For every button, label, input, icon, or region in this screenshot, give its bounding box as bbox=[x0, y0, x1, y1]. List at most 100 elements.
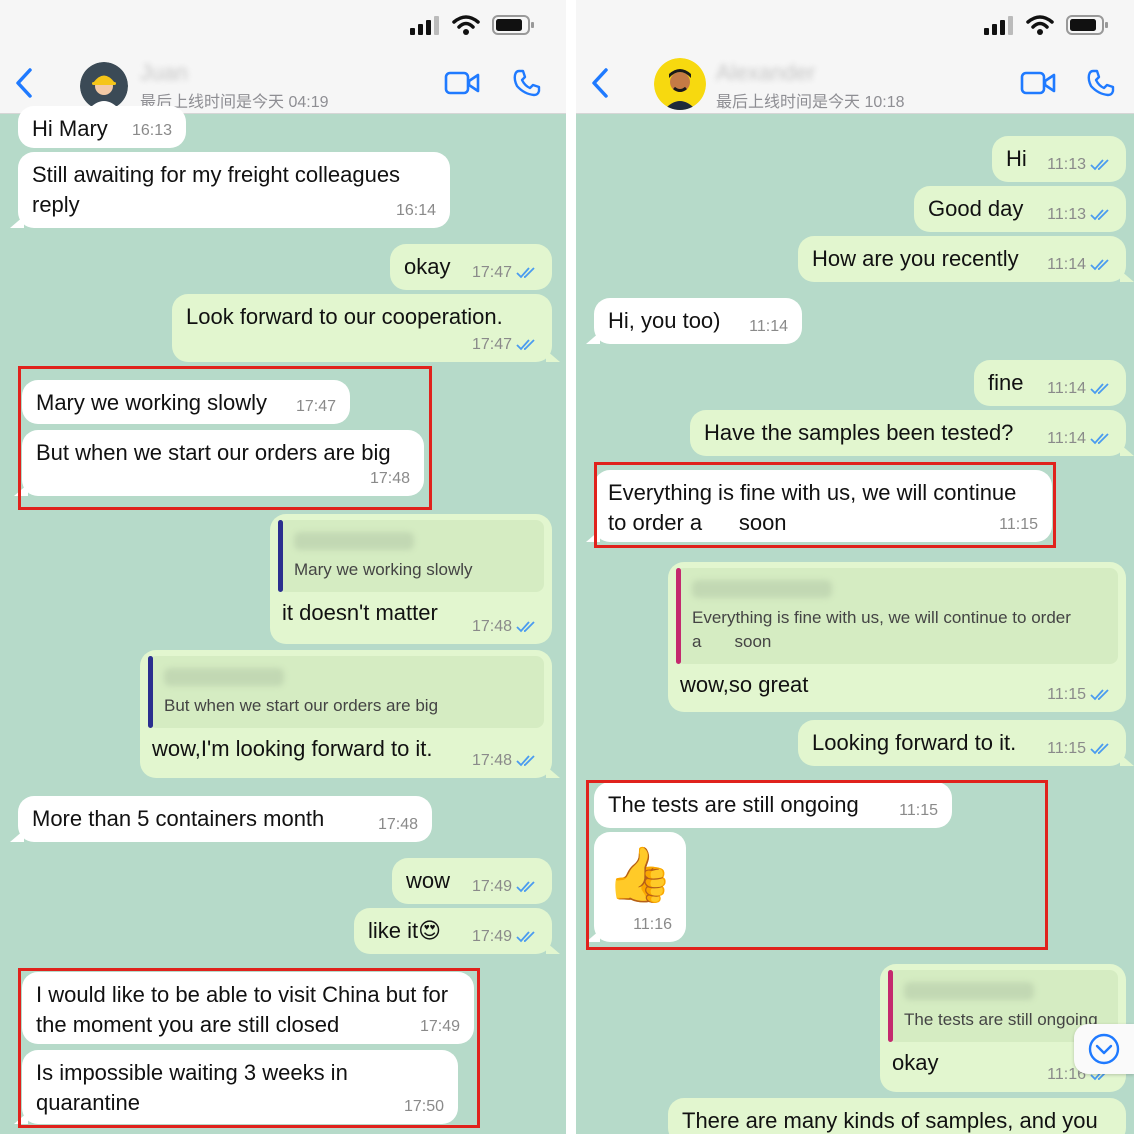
read-receipt-icon bbox=[1090, 689, 1109, 701]
quote-bar bbox=[278, 520, 283, 592]
bubble-tail bbox=[10, 216, 24, 228]
chevron-down-circle-icon bbox=[1088, 1033, 1120, 1065]
message-time: 17:47 bbox=[471, 264, 512, 281]
video-call-icon[interactable] bbox=[444, 70, 480, 96]
message-text: More than 5 containers month bbox=[32, 806, 325, 831]
highlight-box bbox=[18, 366, 432, 510]
quoted-author-blurred bbox=[692, 580, 832, 598]
read-receipt-icon bbox=[516, 931, 535, 943]
wifi-icon bbox=[452, 15, 480, 35]
message-bubble-outgoing-reply[interactable]: Everything is fine with us, we will cont… bbox=[668, 562, 1126, 712]
message-time: 17:47 bbox=[471, 336, 512, 353]
quoted-text: Everything is fine with us, we will cont… bbox=[692, 608, 1071, 651]
message-bubble-outgoing[interactable]: Hi 11:13 bbox=[992, 136, 1126, 182]
highlight-box bbox=[18, 968, 480, 1128]
message-time: 11:13 bbox=[1047, 206, 1086, 223]
message-bubble-outgoing[interactable]: okay 17:47 bbox=[390, 244, 552, 290]
read-receipt-icon bbox=[516, 339, 535, 351]
message-time: 11:14 bbox=[1047, 380, 1086, 397]
last-seen-status: 最后上线时间是今天 10:18 bbox=[716, 94, 905, 111]
message-bubble-outgoing[interactable]: Good day 11:13 bbox=[914, 186, 1126, 232]
read-receipt-icon bbox=[1090, 383, 1109, 395]
panel-divider bbox=[566, 0, 576, 1134]
back-chevron-icon[interactable] bbox=[588, 66, 612, 100]
video-call-icon[interactable] bbox=[1020, 70, 1056, 96]
contact-name: Juan bbox=[140, 60, 188, 85]
scroll-to-bottom-button[interactable] bbox=[1074, 1024, 1134, 1074]
message-time: 11:14 bbox=[749, 318, 788, 335]
message-time: 11:14 bbox=[1047, 256, 1086, 273]
quoted-author-blurred bbox=[904, 982, 1034, 1000]
message-time: 11:13 bbox=[1047, 156, 1086, 173]
voice-call-icon[interactable] bbox=[1086, 68, 1116, 98]
quote-bar bbox=[888, 970, 893, 1042]
read-receipt-icon bbox=[1090, 433, 1109, 445]
message-bubble-outgoing[interactable]: wow 17:49 bbox=[392, 858, 552, 904]
message-time: 16:13 bbox=[131, 122, 172, 139]
message-bubble-outgoing[interactable]: Look forward to our cooperation. 17:47 bbox=[172, 294, 560, 362]
message-bubble-incoming[interactable]: More than 5 containers month 17:48 bbox=[10, 796, 432, 842]
right-chat-panel: Alexander 最后上线时间是今天 10:18 Hi 11:13 Good … bbox=[576, 0, 1134, 1134]
back-chevron-icon[interactable] bbox=[12, 66, 36, 100]
contact-name: Alexander bbox=[716, 60, 816, 85]
message-bubble-outgoing[interactable]: How are you recently 11:14 bbox=[798, 236, 1134, 282]
bubble-tail bbox=[1120, 754, 1134, 766]
message-text: Still awaiting for my freight colleagues… bbox=[32, 162, 401, 217]
message-time: 16:14 bbox=[395, 202, 436, 219]
contact-avatar[interactable] bbox=[80, 62, 128, 110]
message-time: 17:48 bbox=[377, 816, 418, 833]
battery-icon bbox=[492, 15, 534, 35]
quoted-text: But when we start our orders are big bbox=[164, 696, 439, 715]
quote-bar bbox=[676, 568, 681, 664]
message-bubble-outgoing[interactable]: like it😍 17:49 bbox=[354, 908, 560, 954]
quoted-message[interactable]: But when we start our orders are big bbox=[148, 656, 544, 728]
message-bubble-incoming[interactable]: Still awaiting for my freight colleagues… bbox=[10, 152, 450, 228]
read-receipt-icon bbox=[516, 621, 535, 633]
chat-header: Juan 最后上线时间是今天 04:19 bbox=[0, 52, 566, 114]
man-avatar-icon bbox=[654, 58, 706, 110]
message-bubble-outgoing[interactable]: There are many kinds of samples, and you bbox=[668, 1098, 1126, 1134]
message-bubble-incoming[interactable]: Hi, you too) 11:14 bbox=[586, 298, 802, 344]
bubble-tail bbox=[1120, 270, 1134, 282]
status-bar bbox=[0, 0, 566, 52]
read-receipt-icon bbox=[1090, 159, 1109, 171]
quoted-author-blurred bbox=[294, 532, 414, 550]
quoted-text: Mary we working slowly bbox=[294, 560, 473, 579]
message-text: There are many kinds of samples, and you bbox=[682, 1108, 1098, 1133]
battery-icon bbox=[1066, 15, 1108, 35]
message-time: 17:48 bbox=[471, 752, 512, 769]
bubble-tail bbox=[586, 332, 600, 344]
message-time: 17:48 bbox=[471, 618, 512, 635]
message-bubble-outgoing[interactable]: Looking forward to it. 11:15 bbox=[798, 720, 1134, 766]
left-chat-panel: Juan 最后上线时间是今天 04:19 Hi Mary 16:13 Still… bbox=[0, 0, 566, 1134]
signal-icon bbox=[984, 16, 1013, 35]
message-bubble-outgoing[interactable]: fine 11:14 bbox=[974, 360, 1126, 406]
quoted-message[interactable]: Everything is fine with us, we will cont… bbox=[676, 568, 1118, 664]
bubble-tail bbox=[1120, 444, 1134, 456]
message-text: Look forward to our cooperation. bbox=[186, 304, 503, 329]
chat-header: Alexander 最后上线时间是今天 10:18 bbox=[576, 52, 1134, 114]
quote-bar bbox=[148, 656, 153, 728]
highlight-box bbox=[586, 780, 1048, 950]
status-bar bbox=[576, 0, 1134, 52]
worker-avatar-icon bbox=[80, 62, 128, 110]
message-time: 11:14 bbox=[1047, 430, 1086, 447]
voice-call-icon[interactable] bbox=[512, 68, 542, 98]
bubble-tail bbox=[546, 766, 560, 778]
bubble-tail bbox=[546, 350, 560, 362]
message-bubble-outgoing[interactable]: Have the samples been tested? 11:14 bbox=[690, 410, 1134, 456]
read-receipt-icon bbox=[516, 267, 535, 279]
contact-avatar[interactable] bbox=[654, 58, 706, 110]
highlight-box bbox=[594, 462, 1056, 548]
message-bubble-outgoing-reply[interactable]: Mary we working slowly it doesn't matter… bbox=[270, 514, 552, 644]
status-icons bbox=[984, 14, 1110, 36]
bubble-tail bbox=[546, 942, 560, 954]
quoted-text: The tests are still ongoing bbox=[904, 1010, 1098, 1029]
quoted-author-blurred bbox=[164, 668, 284, 686]
message-time: 11:15 bbox=[1047, 686, 1086, 703]
message-bubble-incoming[interactable]: Hi Mary 16:13 bbox=[18, 106, 186, 148]
quoted-message[interactable]: Mary we working slowly bbox=[278, 520, 544, 592]
read-receipt-icon bbox=[1090, 259, 1109, 271]
message-bubble-outgoing-reply[interactable]: But when we start our orders are big wow… bbox=[140, 650, 560, 778]
message-time: 17:49 bbox=[471, 928, 512, 945]
